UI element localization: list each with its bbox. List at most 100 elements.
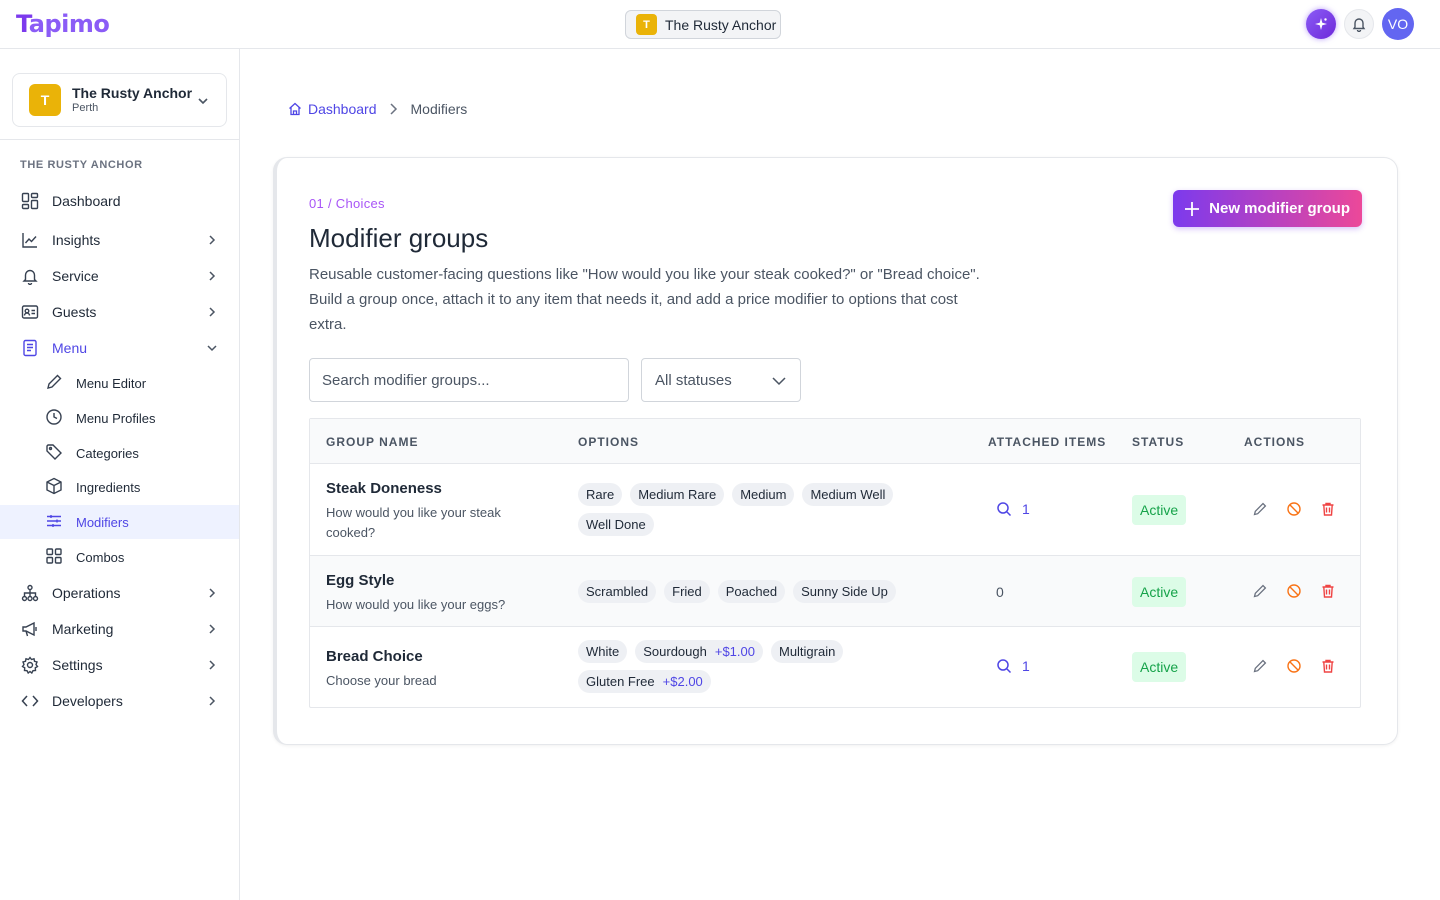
modifier-groups-card: 01 / Choices Modifier groups Reusable cu… bbox=[273, 157, 1398, 745]
sidebar-item-developers[interactable]: Developers bbox=[0, 684, 239, 718]
status-badge: Active bbox=[1132, 652, 1187, 682]
attached-items-link[interactable]: 1 bbox=[996, 501, 1030, 517]
ban-icon bbox=[1287, 502, 1301, 516]
option-chip: Medium Rare bbox=[630, 483, 725, 506]
venue-selector[interactable]: T The Rusty Anchor Perth bbox=[12, 73, 227, 127]
delete-button[interactable] bbox=[1320, 658, 1336, 674]
disable-button[interactable] bbox=[1286, 658, 1302, 674]
status-badge: Active bbox=[1132, 577, 1187, 607]
table-row[interactable]: Steak Doneness How would you like your s… bbox=[310, 464, 1360, 556]
sidebar-subitem-menu-editor[interactable]: Menu Editor bbox=[0, 366, 239, 400]
chevron-right-icon bbox=[209, 660, 216, 670]
group-description: Choose your bread bbox=[326, 673, 437, 688]
option-chip: White bbox=[578, 640, 628, 663]
sidebar-item-operations[interactable]: Operations bbox=[0, 576, 239, 610]
bell-icon bbox=[1352, 18, 1366, 32]
trash-icon bbox=[1322, 502, 1334, 516]
sidebar-item-label: Developers bbox=[52, 693, 123, 709]
row-actions bbox=[1252, 501, 1336, 517]
sidebar-item-settings[interactable]: Settings bbox=[0, 648, 239, 682]
column-header-status: STATUS bbox=[1132, 435, 1185, 449]
new-modifier-group-button[interactable]: New modifier group bbox=[1173, 190, 1362, 227]
chevron-right-icon bbox=[209, 307, 216, 317]
tag-icon bbox=[45, 443, 63, 464]
status-filter-select[interactable]: All statuses bbox=[641, 358, 801, 402]
option-chip: Well Done bbox=[578, 513, 654, 536]
row-actions bbox=[1252, 658, 1336, 674]
table-row[interactable]: Egg Style How would you like your eggs? … bbox=[310, 556, 1360, 627]
sidebar-subitem-categories[interactable]: Categories bbox=[0, 436, 239, 470]
network-icon bbox=[21, 584, 39, 602]
option-chip: Medium bbox=[732, 483, 795, 506]
venue-switcher-pill[interactable]: T The Rusty Anchor bbox=[625, 10, 781, 39]
megaphone-icon bbox=[21, 620, 39, 638]
sidebar-item-label: Dashboard bbox=[52, 193, 121, 209]
option-price: +$2.00 bbox=[662, 674, 703, 689]
breadcrumb-home-link[interactable]: Dashboard bbox=[288, 101, 377, 117]
chevron-right-icon bbox=[209, 235, 216, 245]
option-chip: Gluten Free +$2.00 bbox=[578, 670, 711, 693]
chevron-down-icon bbox=[207, 345, 217, 352]
sidebar-subitem-label: Menu Editor bbox=[76, 375, 147, 391]
app-logo[interactable]: Tapimo bbox=[16, 10, 110, 38]
sidebar: T The Rusty Anchor Perth THE RUSTY ANCHO… bbox=[0, 49, 240, 900]
table-row[interactable]: Bread Choice Choose your bread White Sou… bbox=[310, 627, 1360, 707]
breadcrumb: Dashboard Modifiers bbox=[288, 101, 467, 117]
column-header-group-name[interactable]: GROUP NAME bbox=[326, 435, 418, 449]
chevron-down-icon bbox=[198, 98, 208, 105]
breadcrumb-current: Modifiers bbox=[410, 101, 468, 117]
disable-button[interactable] bbox=[1286, 583, 1302, 599]
pencil-icon bbox=[1253, 584, 1267, 598]
bell-icon bbox=[21, 267, 39, 285]
sliders-icon bbox=[45, 512, 63, 533]
section-eyebrow: 01 / Choices bbox=[309, 196, 385, 211]
sidebar-subitem-combos[interactable]: Combos bbox=[0, 540, 239, 574]
chevron-down-icon bbox=[772, 377, 786, 386]
cube-icon bbox=[45, 477, 63, 498]
sidebar-subitem-menu-profiles[interactable]: Menu Profiles bbox=[0, 401, 239, 435]
pencil-icon bbox=[1253, 659, 1267, 673]
sidebar-section-label: THE RUSTY ANCHOR bbox=[20, 159, 143, 171]
sidebar-subitem-modifiers[interactable]: Modifiers bbox=[0, 505, 239, 539]
group-description: How would you like your steak cooked? bbox=[326, 505, 501, 540]
trash-icon bbox=[1322, 659, 1334, 673]
edit-button[interactable] bbox=[1252, 658, 1268, 674]
delete-button[interactable] bbox=[1320, 583, 1336, 599]
attached-count: 0 bbox=[996, 584, 1004, 600]
attached-items-link[interactable]: 1 bbox=[996, 658, 1030, 674]
edit-button[interactable] bbox=[1252, 501, 1268, 517]
sidebar-subitem-label: Modifiers bbox=[76, 514, 129, 530]
sidebar-subitem-label: Menu Profiles bbox=[76, 410, 156, 426]
disable-button[interactable] bbox=[1286, 501, 1302, 517]
breadcrumb-home-label: Dashboard bbox=[308, 101, 377, 117]
notifications-button[interactable] bbox=[1344, 9, 1374, 39]
search-input[interactable] bbox=[309, 358, 629, 402]
sidebar-item-dashboard[interactable]: Dashboard bbox=[0, 184, 239, 218]
gear-icon bbox=[21, 656, 39, 674]
sidebar-item-guests[interactable]: Guests bbox=[0, 295, 239, 329]
modifier-groups-table: GROUP NAME OPTIONS ATTACHED ITEMS STATUS… bbox=[309, 418, 1361, 708]
option-chip: Rare bbox=[578, 483, 623, 506]
sidebar-subitem-ingredients[interactable]: Ingredients bbox=[0, 470, 239, 504]
user-avatar[interactable]: VO bbox=[1382, 8, 1414, 40]
option-chip: Sourdough +$1.00 bbox=[635, 640, 763, 663]
sidebar-divider bbox=[0, 139, 239, 140]
sidebar-item-marketing[interactable]: Marketing bbox=[0, 612, 239, 646]
ai-assistant-button[interactable] bbox=[1306, 9, 1336, 39]
sidebar-item-label: Menu bbox=[52, 340, 88, 356]
plus-icon bbox=[1185, 201, 1200, 216]
sidebar-item-menu[interactable]: Menu bbox=[0, 331, 239, 365]
trash-icon bbox=[1322, 584, 1334, 598]
delete-button[interactable] bbox=[1320, 501, 1336, 517]
options-list: White Sourdough +$1.00 Multigrain Gluten … bbox=[578, 640, 898, 693]
id-card-icon bbox=[21, 303, 39, 321]
sidebar-item-insights[interactable]: Insights bbox=[0, 223, 239, 257]
status-badge: Active bbox=[1132, 495, 1187, 525]
edit-button[interactable] bbox=[1252, 583, 1268, 599]
group-name: Egg Style bbox=[326, 572, 395, 589]
venue-badge: T bbox=[29, 84, 61, 116]
page-description: Reusable customer-facing questions like … bbox=[309, 266, 980, 333]
options-list: Rare Medium Rare Medium Medium Well Well… bbox=[578, 483, 898, 536]
column-header-options: OPTIONS bbox=[578, 435, 640, 449]
sidebar-item-service[interactable]: Service bbox=[0, 259, 239, 293]
